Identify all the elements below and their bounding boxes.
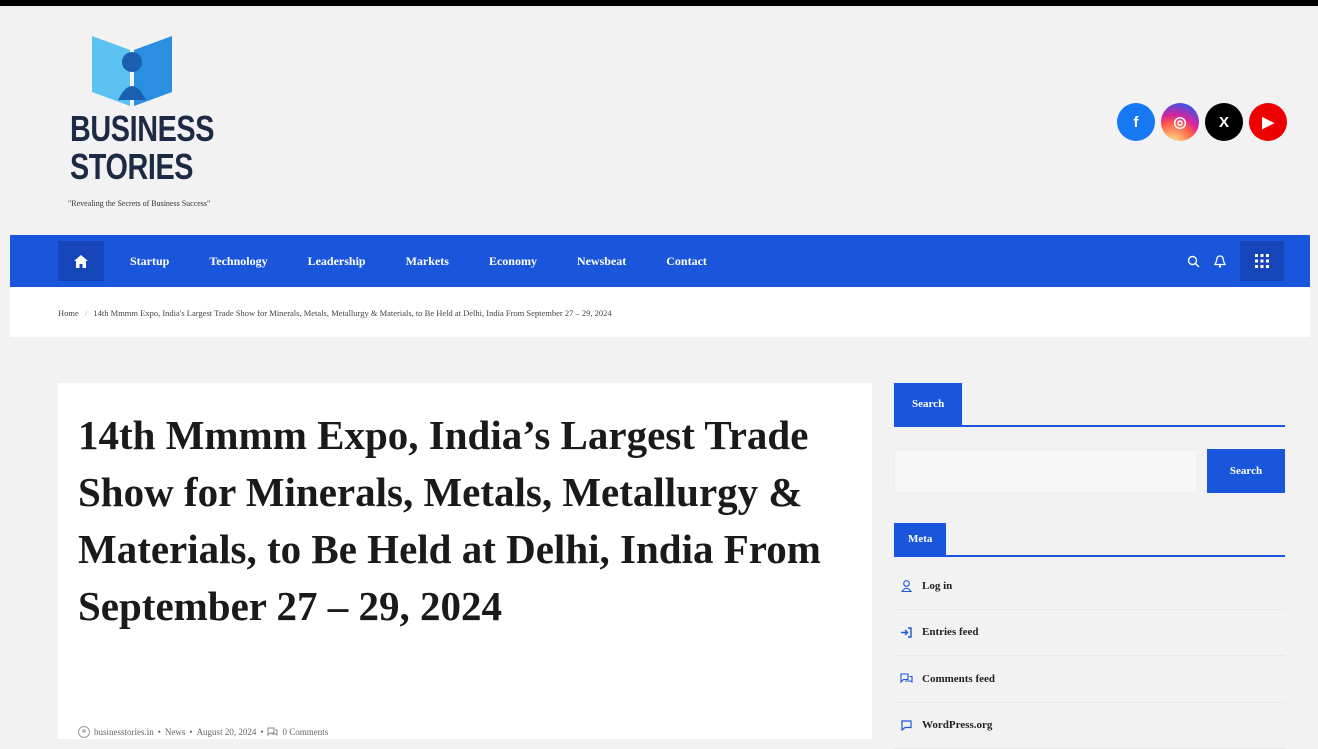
meta-item-label: Entries feed <box>922 626 979 638</box>
x-icon[interactable]: X <box>1205 103 1243 141</box>
instagram-icon[interactable]: ◎ <box>1161 103 1199 141</box>
meta-list: Log in Entries feed Comments feed WordPr… <box>894 563 1285 749</box>
youtube-icon[interactable]: ▶ <box>1249 103 1287 141</box>
nav-item-economy[interactable]: Economy <box>489 254 537 269</box>
nav-item-startup[interactable]: Startup <box>130 254 169 269</box>
comment-icon <box>894 720 918 731</box>
author-link[interactable]: businesstories.in <box>94 727 154 737</box>
comments-icon <box>267 727 278 737</box>
breadcrumb-separator: / <box>85 308 87 318</box>
post-date[interactable]: August 20, 2024 <box>197 727 257 737</box>
breadcrumb-trail: Home / 14th Mmmm Expo, India's Largest T… <box>58 308 612 318</box>
search-button[interactable]: Search <box>1207 449 1285 493</box>
comments-feed-icon <box>894 673 918 684</box>
apps-menu-button[interactable] <box>1240 241 1284 281</box>
nav-item-contact[interactable]: Contact <box>666 254 707 269</box>
home-icon <box>74 255 88 268</box>
logo-line-1: BUSINESS <box>70 110 214 148</box>
sidebar: Search Search Meta Log in Entries feed <box>894 383 1285 749</box>
grid-icon <box>1254 253 1270 269</box>
search-widget-title: Search <box>894 383 1285 427</box>
meta-item-wordpress[interactable]: WordPress.org <box>894 703 1285 749</box>
search-form: Search <box>894 449 1285 493</box>
nav-item-leadership[interactable]: Leadership <box>308 254 366 269</box>
nav-item-technology[interactable]: Technology <box>209 254 267 269</box>
meta-item-label: Log in <box>922 580 952 592</box>
meta-separator: • <box>189 727 192 737</box>
site-logo-text[interactable]: BUSINESS STORIES <box>70 110 214 186</box>
nav-menu: Startup Technology Leadership Markets Ec… <box>130 235 747 287</box>
meta-separator: • <box>158 727 161 737</box>
meta-item-label: WordPress.org <box>922 719 992 731</box>
category-link[interactable]: News <box>165 727 186 737</box>
facebook-icon[interactable]: f <box>1117 103 1155 141</box>
meta-separator: • <box>260 727 263 737</box>
article-card: 14th Mmmm Expo, India’s Largest Trade Sh… <box>58 383 872 739</box>
article-title: 14th Mmmm Expo, India’s Largest Trade Sh… <box>78 407 868 635</box>
breadcrumb-current: 14th Mmmm Expo, India's Largest Trade Sh… <box>93 308 611 318</box>
meta-item-label: Comments feed <box>922 673 995 685</box>
breadcrumb: Home / 14th Mmmm Expo, India's Largest T… <box>10 287 1310 337</box>
logo-icon[interactable] <box>84 28 180 110</box>
site-header: BUSINESS STORIES "Revealing the Secrets … <box>10 6 1310 235</box>
meta-item-entries-feed[interactable]: Entries feed <box>894 610 1285 657</box>
search-icon[interactable] <box>1187 255 1200 268</box>
meta-item-login[interactable]: Log in <box>894 563 1285 610</box>
nav-tools <box>1187 241 1284 281</box>
user-icon <box>894 580 918 592</box>
meta-widget-title: Meta <box>894 523 1285 557</box>
author-avatar-icon <box>78 726 90 738</box>
meta-widget: Meta Log in Entries feed Comments feed <box>894 523 1285 749</box>
main-navigation: Startup Technology Leadership Markets Ec… <box>10 235 1310 287</box>
article-meta: businesstories.in • News • August 20, 20… <box>78 726 328 738</box>
sign-in-icon <box>894 627 918 638</box>
search-input[interactable] <box>894 449 1198 493</box>
logo-line-2: STORIES <box>70 148 214 186</box>
comments-link[interactable]: 0 Comments <box>282 727 328 737</box>
meta-widget-label: Meta <box>894 523 946 555</box>
site-tagline: "Revealing the Secrets of Business Succe… <box>68 199 210 208</box>
home-button[interactable] <box>58 241 104 281</box>
breadcrumb-home-link[interactable]: Home <box>58 308 79 318</box>
nav-item-newsbeat[interactable]: Newsbeat <box>577 254 626 269</box>
meta-item-comments-feed[interactable]: Comments feed <box>894 656 1285 703</box>
bell-icon[interactable] <box>1214 255 1226 268</box>
search-widget-label: Search <box>894 383 962 425</box>
social-links: f ◎ X ▶ <box>1117 103 1287 141</box>
nav-item-markets[interactable]: Markets <box>406 254 449 269</box>
